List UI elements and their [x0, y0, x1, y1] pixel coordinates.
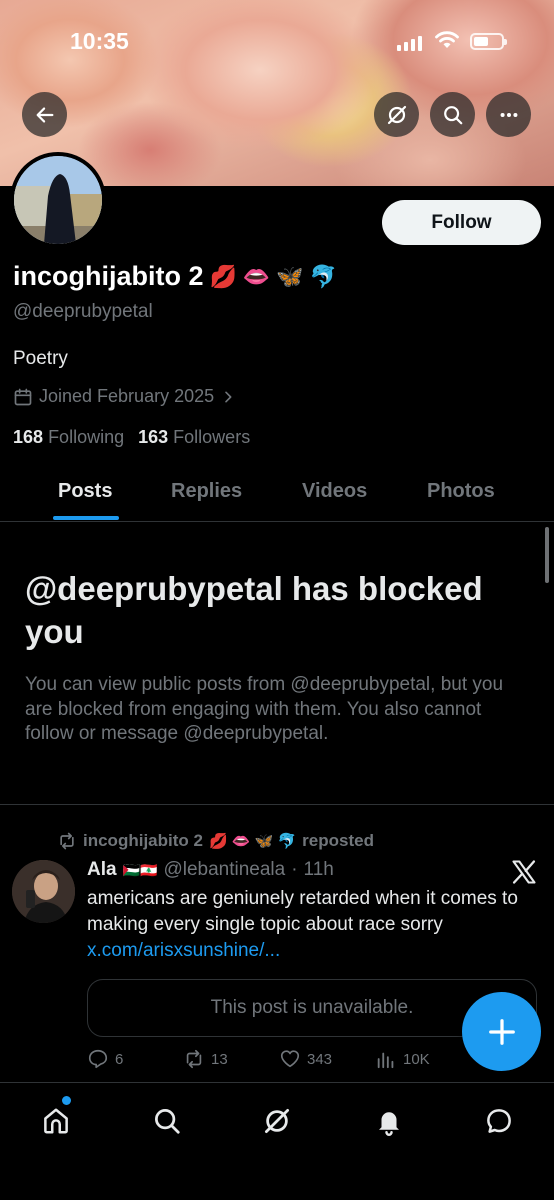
compose-post-button[interactable] [462, 992, 541, 1071]
home-icon [44, 1108, 68, 1134]
repost-icon [186, 1049, 202, 1069]
bell-icon [379, 1112, 399, 1136]
following-count: 168 [13, 427, 44, 447]
name-emoji: 🦋 [276, 263, 304, 289]
nav-messages[interactable] [479, 1101, 519, 1141]
bottom-navigation [0, 1082, 554, 1200]
status-time: 10:35 [70, 28, 129, 54]
profile-tabs: Posts Replies Videos Photos [0, 462, 554, 522]
chat-icon [487, 1109, 511, 1133]
author-photo-icon [12, 860, 75, 923]
arrow-left-icon [36, 106, 53, 123]
avatar [14, 156, 102, 244]
follow-button[interactable]: Follow [382, 200, 541, 245]
joined-text: Joined February 2025 [39, 386, 215, 406]
post-author-avatar[interactable] [12, 860, 75, 923]
view-count: 10K [403, 1050, 430, 1068]
name-emoji: 🐬 [309, 263, 338, 289]
followers-count: 163 [138, 427, 169, 447]
search-icon [443, 105, 462, 124]
battery-icon [470, 33, 507, 50]
repost-button[interactable]: 13 [183, 1048, 228, 1070]
follow-stats: 168 Following 163 Followers [13, 427, 250, 448]
post-body: americans are geniunely retarded when it… [87, 888, 518, 936]
nav-search[interactable] [147, 1101, 187, 1141]
avatar-photo-icon [14, 156, 102, 244]
profile-bio: Poetry [13, 348, 68, 369]
post-header: Ala 🇵🇸🇱🇧 @lebantineala · 11h [87, 859, 334, 881]
like-count: 343 [307, 1050, 333, 1068]
reply-icon [88, 1049, 108, 1069]
followers-link[interactable]: 163 Followers [138, 427, 250, 448]
nav-home[interactable] [36, 1101, 76, 1141]
calendar-icon [14, 388, 32, 405]
back-button[interactable] [22, 92, 67, 137]
followers-label: Followers [173, 427, 251, 447]
name-emoji: 💋 [209, 263, 237, 289]
nav-notifications[interactable] [369, 1101, 409, 1141]
repost-icon [60, 832, 74, 850]
wifi-icon [435, 31, 459, 48]
post-author-handle[interactable]: @lebantineala [163, 859, 285, 881]
active-tab-indicator [53, 516, 119, 520]
grok-icon [387, 105, 406, 124]
following-label: Following [48, 427, 125, 447]
repost-count: 13 [211, 1050, 228, 1068]
repost-by: incoghijabito 2 [83, 831, 203, 850]
display-name: incoghijabito 2 [13, 261, 204, 291]
views-button[interactable]: 10K [375, 1048, 430, 1070]
grok-icon [265, 1109, 289, 1133]
repost-indicator[interactable]: incoghijabito 2 💋 👄 🦋 🐬 reposted [57, 831, 374, 851]
status-bar: 10:35 [0, 0, 554, 84]
name-emoji: 👄 [242, 263, 271, 289]
more-options-button[interactable] [486, 92, 531, 137]
search-button[interactable] [430, 92, 475, 137]
like-button[interactable]: 343 [279, 1048, 332, 1070]
tab-replies[interactable]: Replies [171, 480, 242, 503]
scrollbar[interactable] [545, 527, 549, 583]
post-dot: · [291, 859, 298, 880]
author-flags: 🇵🇸🇱🇧 [122, 861, 158, 878]
post-time[interactable]: 11h [304, 859, 334, 881]
tab-posts[interactable]: Posts [58, 480, 112, 503]
chevron-right-icon [225, 391, 232, 402]
profile-name-row: incoghijabito 2 💋 👄 🦋 🐬 [13, 261, 337, 292]
plus-icon [488, 1018, 515, 1045]
profile-handle: @deeprubypetal [13, 301, 153, 322]
divider [0, 804, 554, 805]
search-icon [155, 1109, 180, 1134]
tab-photos[interactable]: Photos [427, 480, 495, 503]
heart-icon [280, 1050, 300, 1068]
nav-grok[interactable] [257, 1101, 297, 1141]
analytics-icon [377, 1052, 394, 1069]
reply-count: 6 [115, 1050, 124, 1068]
grok-button[interactable] [374, 92, 419, 137]
x-logo-icon [512, 860, 536, 884]
repost-label: reposted [302, 831, 374, 850]
cellular-signal-icon [397, 36, 422, 51]
tab-videos[interactable]: Videos [302, 480, 367, 503]
post-text: americans are geniunely retarded when it… [87, 886, 537, 965]
following-link[interactable]: 168 Following [13, 427, 124, 448]
repost-emojis: 💋 👄 🦋 🐬 [208, 833, 297, 850]
post-author-name[interactable]: Ala [87, 859, 117, 881]
blocked-title: @deeprubypetal has blocked you [25, 570, 483, 650]
joined-date[interactable]: Joined February 2025 [13, 386, 236, 407]
more-icon [500, 112, 517, 117]
post-link[interactable]: x.com/arisxsunshine/... [87, 940, 280, 961]
notification-dot [62, 1096, 71, 1105]
profile-avatar[interactable] [10, 152, 106, 248]
blocked-description: You can view public posts from @deepruby… [25, 674, 504, 745]
reply-button[interactable]: 6 [87, 1048, 123, 1070]
